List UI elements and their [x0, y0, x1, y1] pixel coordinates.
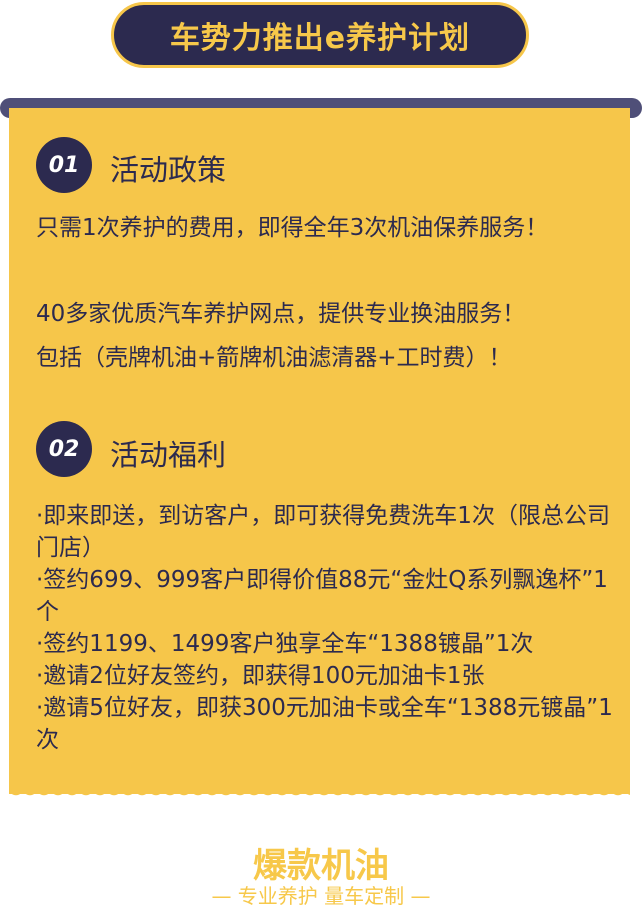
benefit-item: ·签约1199、1499客户独享全车“1388镀晶”1次: [36, 631, 534, 657]
benefit-item: ·签约699、999客户即得价值88元“金灶Q系列飘逸杯”1个: [36, 567, 608, 625]
section-1-title: 活动政策: [110, 153, 227, 187]
section-1-paragraph: 包括（壳牌机油+箭牌机油滤清器+工时费）！: [36, 345, 512, 371]
page-title: 车势力推出e养护计划: [111, 2, 529, 68]
section-1-paragraph: 40多家优质汽车养护网点，提供专业换油服务！: [36, 301, 526, 327]
card-scalloped-edge: [9, 788, 630, 802]
benefits-list: ·即来即送，到访客户，即可获得免费洗车1次（限总公司门店） ·签约699、999…: [36, 500, 616, 756]
benefit-item: ·邀请2位好友签约，即获得100元加油卡1张: [36, 663, 485, 689]
section-1-number-badge: 01: [36, 137, 92, 193]
benefit-item: ·邀请5位好友，即获300元加油卡或全车“1388元镀晶”1次: [36, 695, 613, 753]
section-2-title: 活动福利: [110, 438, 227, 472]
section-2-number-badge: 02: [36, 421, 92, 477]
benefit-item: ·即来即送，到访客户，即可获得免费洗车1次（限总公司门店）: [36, 503, 610, 561]
footer-subtitle: — 专业养护 量车定制 —: [211, 884, 431, 908]
section-1-paragraph: 只需1次养护的费用，即得全年3次机油保养服务！: [36, 215, 549, 241]
